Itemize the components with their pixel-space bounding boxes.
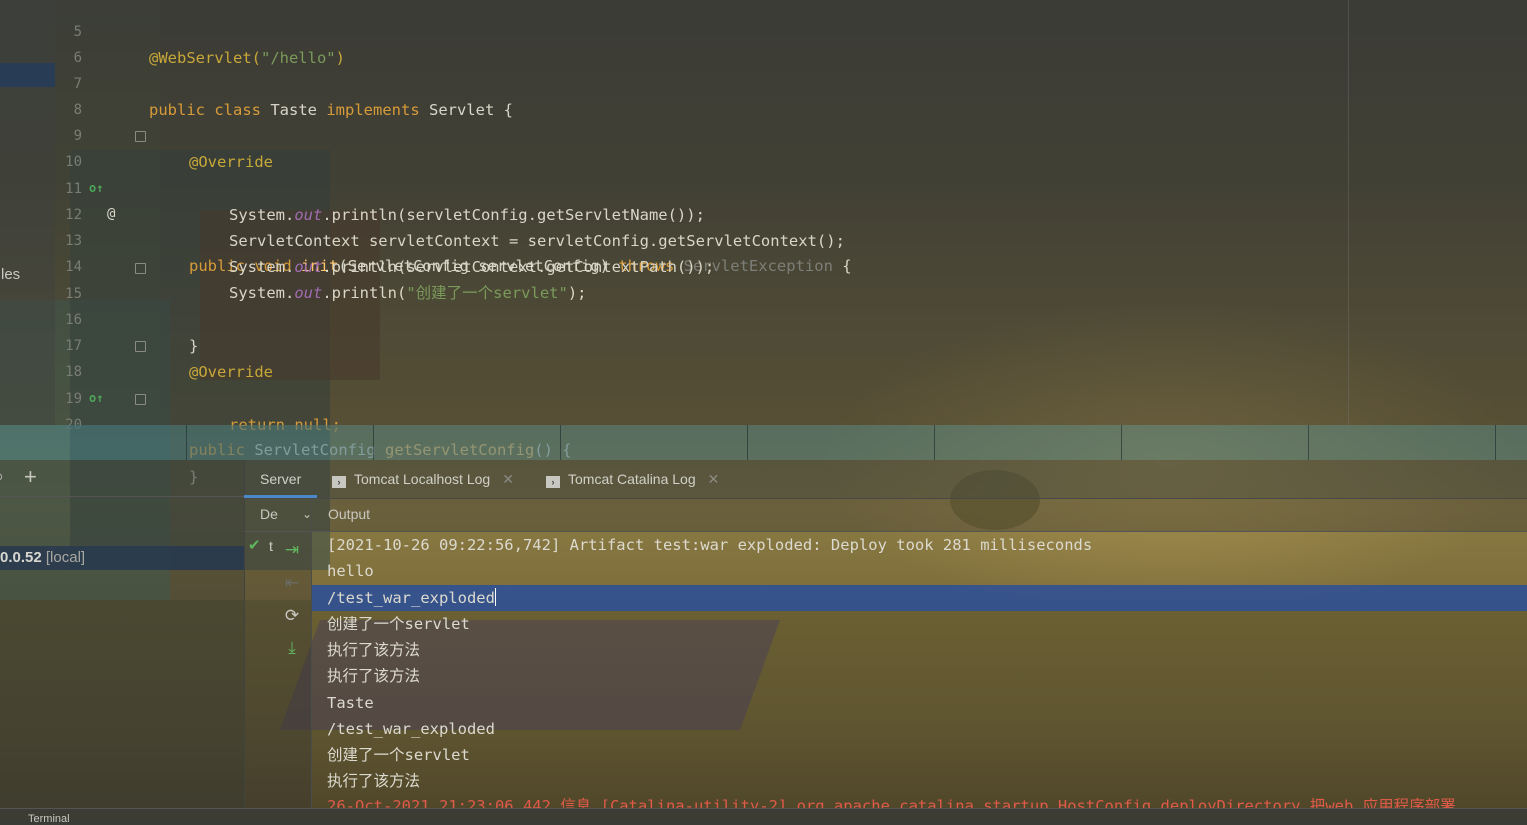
output-console[interactable]: [2021-10-26 09:22:56,742] Artifact test:…: [312, 532, 1527, 808]
console-line[interactable]: 执行了该方法: [312, 663, 1527, 689]
code-line[interactable]: 18 o↑ public ServletConfig getServletCon…: [55, 333, 1527, 459]
refresh-icon[interactable]: ⟳: [282, 606, 302, 626]
download-icon[interactable]: ⤓: [282, 638, 302, 658]
code-line[interactable]: 11 System.out.println(servletConfig.getS…: [55, 150, 1527, 224]
console-line[interactable]: [2021-10-26 09:22:56,742] Artifact test:…: [312, 532, 1527, 558]
console-line-selected[interactable]: /test_war_exploded: [312, 585, 1527, 611]
deployment-item-label[interactable]: t: [269, 538, 273, 554]
code-line[interactable]: 9 @Override: [55, 97, 1527, 171]
console-line[interactable]: 执行了该方法: [312, 637, 1527, 663]
close-icon[interactable]: ✕: [502, 471, 514, 487]
console-line[interactable]: 创建了一个servlet: [312, 742, 1527, 768]
project-tree-selected-row[interactable]: [0, 63, 55, 87]
console-line[interactable]: 创建了一个servlet: [312, 611, 1527, 637]
deployment-column[interactable]: De ⌄ ✔ t ⇥ ⇤ ⟳ ⤓: [244, 498, 312, 808]
code-line[interactable]: 19 return null;: [55, 360, 1527, 434]
fold-icon[interactable]: [135, 394, 146, 405]
undeploy-icon[interactable]: ⇤: [282, 573, 302, 593]
code-line[interactable]: 10 o↑ @ public void init(ServletConfig s…: [55, 123, 1527, 275]
console-line[interactable]: hello: [312, 558, 1527, 584]
code-line[interactable]: 16: [55, 281, 1527, 328]
tomcat-server-node[interactable]: 0.0.52 [local]: [0, 546, 244, 570]
console-line[interactable]: 执行了该方法: [312, 768, 1527, 794]
console-line-error[interactable]: 26-Oct-2021 21:23:06.442 信息 [Catalina-ut…: [312, 793, 1527, 808]
fold-icon[interactable]: [135, 341, 146, 352]
server-version: 0.0.52: [0, 549, 42, 566]
services-toolbar: ⌕ +: [0, 460, 244, 497]
tool-window-splitter[interactable]: [0, 425, 1527, 460]
chevron-down-icon[interactable]: ⌄: [302, 498, 312, 531]
deploy-icon[interactable]: ⇥: [282, 540, 302, 560]
tab-server[interactable]: Server: [244, 460, 318, 498]
output-header: Output: [312, 498, 1527, 532]
console-line[interactable]: Taste: [312, 690, 1527, 716]
code-line[interactable]: 17 @Override: [55, 307, 1527, 381]
services-tree-panel[interactable]: ⌕ + 0.0.52 [local]: [0, 460, 245, 808]
code-line[interactable]: 5 @WebServlet("/hello"): [55, 0, 1527, 67]
services-tabs: Server › Tomcat Localhost Log ✕ › Tomcat Ca…: [244, 460, 1527, 499]
code-line[interactable]: 13 System.out.println(servletContext.get…: [55, 202, 1527, 276]
text-cursor: [494, 588, 496, 606]
terminal-tab[interactable]: Terminal: [28, 813, 70, 825]
code-line[interactable]: 6: [55, 19, 1527, 66]
project-tool-window[interactable]: les: [0, 0, 55, 425]
console-icon: ›: [332, 476, 346, 488]
deployed-check-icon: ✔: [248, 537, 261, 554]
code-line[interactable]: 14 System.out.println("创建了一个servlet");: [55, 228, 1527, 302]
console-line[interactable]: /test_war_exploded: [312, 716, 1527, 742]
tab-tomcat-localhost-log[interactable]: › Tomcat Localhost Log ✕: [332, 460, 514, 498]
code-line[interactable]: 15 }: [55, 255, 1527, 355]
code-line[interactable]: 8: [55, 71, 1527, 118]
project-tree-label-fragment[interactable]: les: [1, 266, 20, 283]
add-service-button[interactable]: +: [24, 464, 37, 490]
console-icon: ›: [546, 476, 560, 488]
fold-icon[interactable]: [135, 131, 146, 142]
code-line[interactable]: 12 ServletContext servletContext = servl…: [55, 176, 1527, 250]
code-line[interactable]: 7 public class Taste implements Servlet …: [55, 45, 1527, 119]
fold-icon[interactable]: [135, 263, 146, 274]
search-icon[interactable]: ⌕: [0, 466, 4, 487]
close-icon[interactable]: ✕: [708, 471, 720, 487]
bottom-tool-bar: Terminal: [0, 808, 1527, 825]
code-line[interactable]: 21: [55, 410, 1527, 425]
tab-tomcat-catalina-log[interactable]: › Tomcat Catalina Log ✕: [546, 460, 719, 498]
server-location: [local]: [45, 549, 86, 566]
code-line[interactable]: 20 }: [55, 386, 1527, 486]
deployment-header[interactable]: De ⌄: [244, 498, 312, 532]
